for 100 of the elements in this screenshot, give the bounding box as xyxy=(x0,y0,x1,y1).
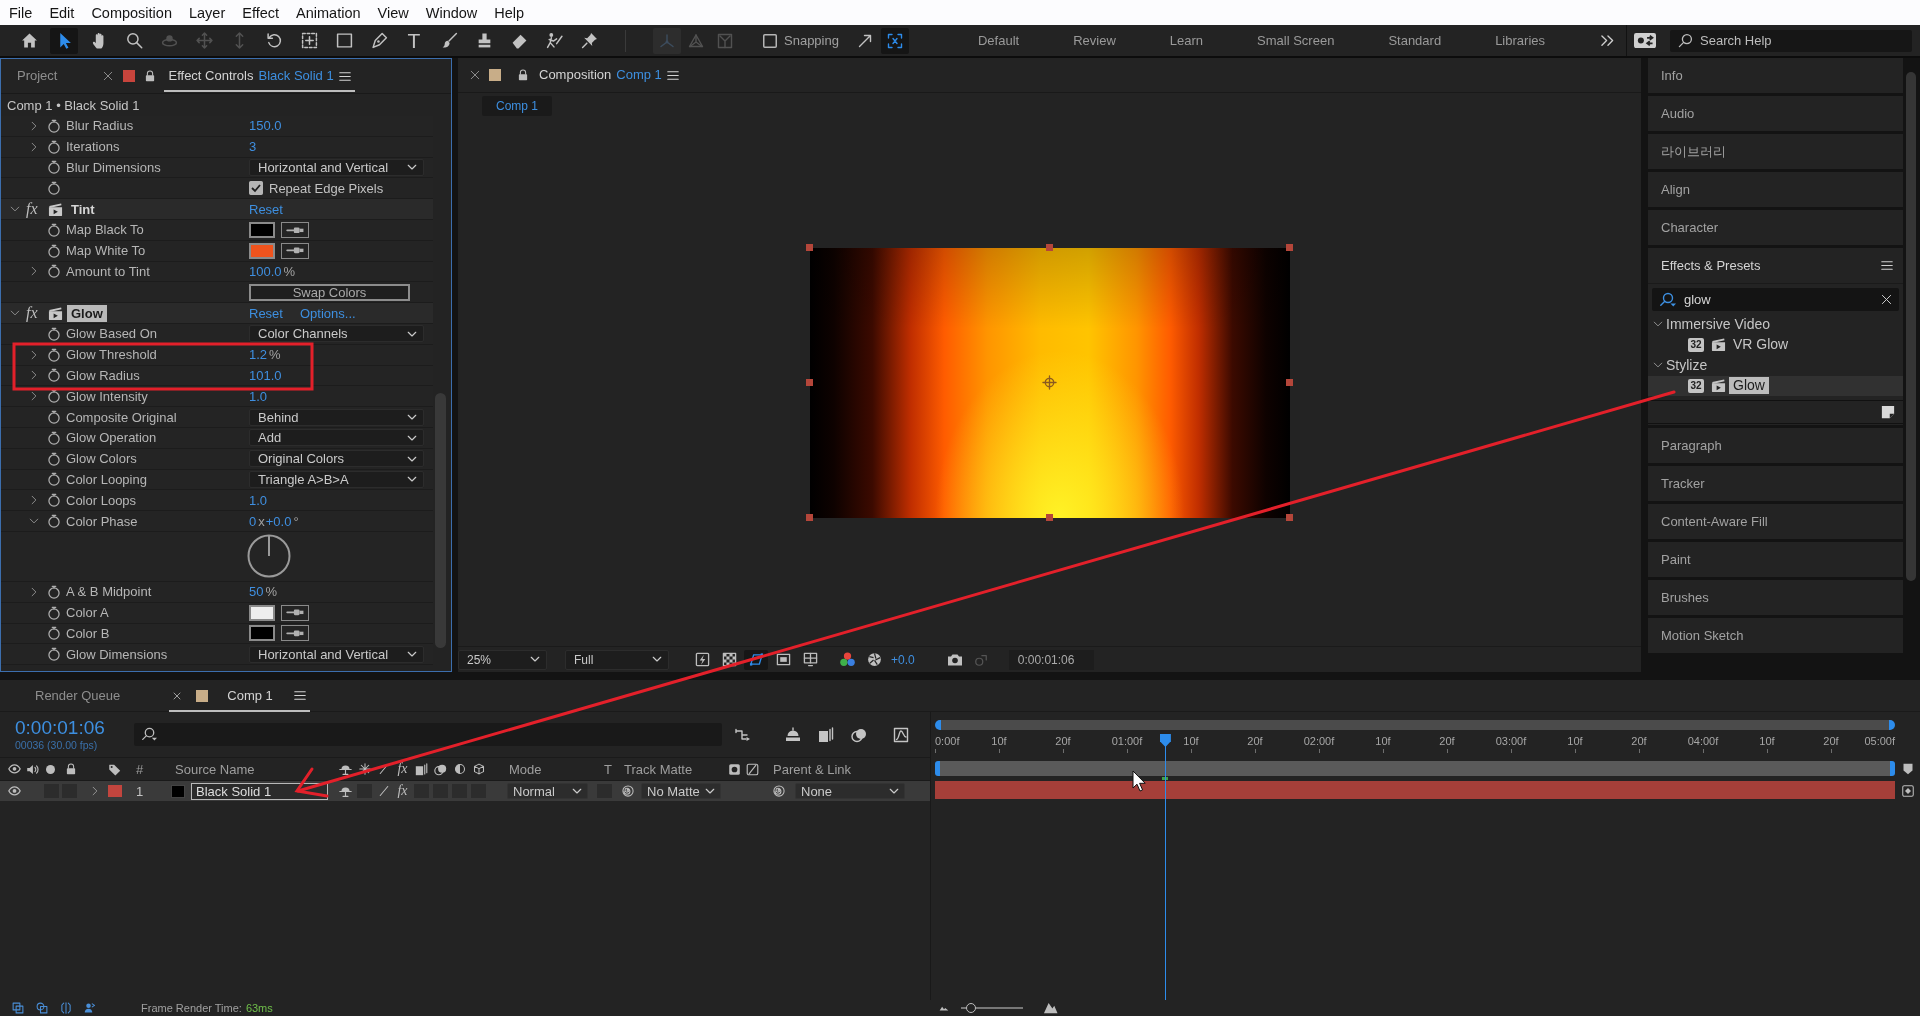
transform-handle[interactable] xyxy=(806,514,813,521)
color-circles-icon[interactable] xyxy=(840,652,855,667)
stopwatch-icon[interactable] xyxy=(47,605,61,620)
menu-item[interactable]: Layer xyxy=(188,3,226,22)
zoom-dropdown[interactable]: 25% xyxy=(458,649,547,670)
effect-name[interactable]: Glow xyxy=(67,304,107,322)
fx-toggle[interactable]: fx xyxy=(26,201,42,218)
close-icon[interactable] xyxy=(470,70,480,80)
shield-icon[interactable] xyxy=(1901,763,1914,775)
film-frames-icon[interactable] xyxy=(818,726,834,743)
menu-item[interactable]: Help xyxy=(494,3,525,22)
close-icon[interactable] xyxy=(103,71,114,81)
stopwatch-icon[interactable] xyxy=(47,647,61,662)
exposure-value[interactable]: +0.0 xyxy=(891,652,915,667)
menu-icon[interactable] xyxy=(1881,261,1893,270)
dropdown[interactable]: Horizontal and Vertical xyxy=(249,645,424,663)
resolution-dropdown[interactable]: Full xyxy=(565,649,669,670)
layer-name-field[interactable]: Black Solid 1 xyxy=(191,782,328,800)
eyedropper-button[interactable] xyxy=(281,221,309,238)
chevron-right-icon[interactable] xyxy=(29,266,39,277)
transform-handle[interactable] xyxy=(806,244,813,251)
panel-tab[interactable]: Tracker xyxy=(1648,466,1903,501)
workspace-tab[interactable]: Review xyxy=(1046,25,1143,56)
chevron-right-icon[interactable] xyxy=(90,786,100,796)
stopwatch-icon[interactable] xyxy=(47,626,61,641)
panel-tab[interactable]: Character xyxy=(1648,210,1903,245)
blend-mode-dropdown[interactable]: Normal xyxy=(507,783,588,799)
color-swatch[interactable] xyxy=(249,625,275,642)
parent-dropdown[interactable]: None xyxy=(795,783,905,799)
menu-item[interactable]: File xyxy=(9,3,33,22)
transform-handle[interactable] xyxy=(1286,379,1293,386)
parameter-value[interactable]: 100.0 xyxy=(249,263,282,279)
search-field[interactable] xyxy=(134,723,722,746)
parameter-value[interactable]: 150.0 xyxy=(249,118,282,134)
color-swatch[interactable] xyxy=(249,221,275,238)
color-swatch[interactable] xyxy=(249,604,275,621)
chevron-right-icon[interactable] xyxy=(29,120,39,131)
close-icon[interactable] xyxy=(173,691,182,700)
menu-item[interactable]: Window xyxy=(425,3,478,22)
stopwatch-icon[interactable] xyxy=(47,160,61,175)
tree-item[interactable]: 32 VR Glow xyxy=(1648,334,1903,355)
panel-tab[interactable]: Info xyxy=(1648,58,1903,93)
stopwatch-icon[interactable] xyxy=(47,584,61,599)
stopwatch-icon[interactable] xyxy=(47,118,61,133)
dropdown[interactable]: Add xyxy=(249,429,424,447)
transform-handle[interactable] xyxy=(1046,244,1053,251)
small-mountains-icon[interactable] xyxy=(939,1005,949,1011)
menu-item[interactable]: Edit xyxy=(49,3,75,22)
chevron-right-icon[interactable] xyxy=(29,391,39,402)
workspace-tab[interactable]: Learn xyxy=(1142,25,1231,56)
tree-folder-label[interactable]: Immersive Video xyxy=(1666,316,1770,333)
stopwatch-icon[interactable] xyxy=(47,181,61,196)
eye-icon[interactable] xyxy=(8,786,21,796)
stopwatch-icon[interactable] xyxy=(47,139,61,154)
layer-row[interactable]: 1 Black Solid 1 fx Normal No Matte None xyxy=(0,781,930,801)
dropdown[interactable]: Horizontal and Vertical xyxy=(249,159,424,176)
track-matte-dropdown[interactable]: No Matte xyxy=(641,783,721,799)
stopwatch-icon[interactable] xyxy=(47,222,61,237)
circle-square-icon[interactable] xyxy=(36,1002,48,1014)
panel-tab[interactable]: Align xyxy=(1648,172,1903,207)
parameter-value[interactable]: 3 xyxy=(249,139,257,155)
panel-tab[interactable]: Composition Comp 1 xyxy=(534,59,684,91)
eyedropper-button[interactable] xyxy=(281,625,309,642)
stopwatch-icon[interactable] xyxy=(47,514,61,529)
checkbox[interactable] xyxy=(763,33,777,48)
angle-dial[interactable] xyxy=(247,534,291,579)
panel-tab[interactable]: Content-Aware Fill xyxy=(1648,504,1903,539)
menu-item[interactable]: View xyxy=(377,3,409,22)
parameter-value[interactable]: 1.2 xyxy=(249,347,268,363)
chevron-right-icon[interactable] xyxy=(29,586,39,597)
stopwatch-icon[interactable] xyxy=(47,493,61,508)
parameter-value[interactable]: 1.0 xyxy=(249,388,268,404)
type-tool-button[interactable]: T xyxy=(400,27,428,54)
chevron-right-icon[interactable] xyxy=(29,349,39,360)
current-time[interactable]: 0:00:01:06 xyxy=(15,717,125,739)
dropdown[interactable]: Original Colors xyxy=(249,450,424,468)
stopwatch-icon[interactable] xyxy=(47,326,61,341)
panel-tab[interactable]: Project xyxy=(17,60,58,92)
panel-tab[interactable]: Brushes xyxy=(1648,580,1903,615)
panel-tab[interactable]: Motion Sketch xyxy=(1648,618,1903,653)
menu-item[interactable]: Effect xyxy=(242,3,280,22)
selection-tool-button[interactable] xyxy=(50,27,78,54)
close-icon[interactable] xyxy=(1881,294,1892,305)
action-button[interactable]: Swap Colors xyxy=(249,283,410,301)
slash-icon[interactable] xyxy=(377,785,390,797)
effect-link[interactable]: Reset xyxy=(249,201,283,217)
dropdown[interactable]: Behind xyxy=(249,408,424,426)
double-chevron-icon[interactable] xyxy=(1601,34,1614,47)
diamond-box-icon[interactable] xyxy=(1901,785,1914,797)
person-icon[interactable] xyxy=(84,1002,96,1014)
eyedropper-button[interactable] xyxy=(281,604,309,621)
menu-item[interactable]: Composition xyxy=(91,3,172,22)
stopwatch-icon[interactable] xyxy=(47,430,61,445)
menu-item[interactable]: Animation xyxy=(296,3,361,22)
tree-item[interactable]: 32 Glow xyxy=(1648,375,1903,396)
lock-icon[interactable] xyxy=(144,70,157,82)
tree-folder-label[interactable]: Stylize xyxy=(1666,357,1708,374)
panel-tab[interactable]: 라이브러리 xyxy=(1648,134,1903,169)
stopwatch-icon[interactable] xyxy=(47,243,61,258)
anchor-point-icon[interactable] xyxy=(1042,375,1057,390)
